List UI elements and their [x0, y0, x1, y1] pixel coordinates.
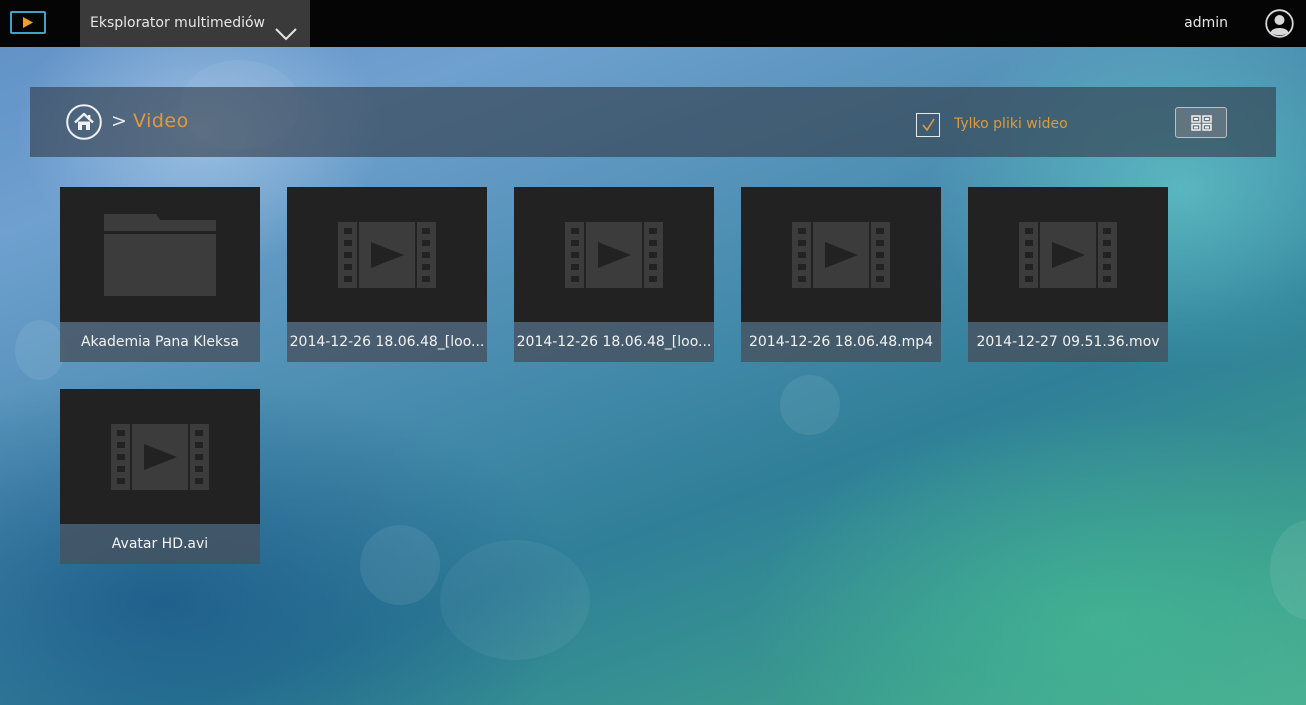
video-tile[interactable]: 2014-12-26 18.06.48_[loo... — [287, 187, 487, 362]
grid-view-icon — [1191, 115, 1212, 131]
video-tile[interactable]: 2014-12-26 18.06.48.mp4 — [741, 187, 941, 362]
video-tile[interactable]: Avatar HD.avi — [60, 389, 260, 564]
home-icon[interactable] — [66, 104, 102, 140]
video-tile[interactable]: 2014-12-27 09.51.36.mov — [968, 187, 1168, 362]
breadcrumb-bar: > Video Tylko pliki wideo — [30, 87, 1276, 157]
film-icon — [565, 221, 663, 288]
app-switcher-label: Eksplorator multimediów — [90, 15, 266, 31]
video-tile[interactable]: 2014-12-26 18.06.48_[loo... — [514, 187, 714, 362]
video-only-checkbox[interactable] — [916, 113, 940, 137]
tile-caption: 2014-12-27 09.51.36.mov — [968, 322, 1168, 362]
folder-icon — [104, 213, 216, 296]
tile-caption: 2014-12-26 18.06.48.mp4 — [741, 322, 941, 362]
tile-caption: Akademia Pana Kleksa — [60, 322, 260, 362]
tile-thumbnail — [514, 187, 714, 322]
tile-thumbnail — [60, 389, 260, 524]
film-icon — [111, 423, 209, 490]
tile-caption: 2014-12-26 18.06.48_[loo... — [514, 322, 714, 362]
breadcrumb-current: Video — [133, 110, 189, 132]
tile-thumbnail — [741, 187, 941, 322]
top-bar: Eksplorator multimediów admin — [0, 0, 1306, 47]
tile-caption: 2014-12-26 18.06.48_[loo... — [287, 322, 487, 362]
user-avatar-icon[interactable] — [1265, 9, 1294, 38]
chevron-down-icon — [274, 15, 298, 62]
app-logo-icon[interactable] — [10, 11, 46, 34]
film-icon — [338, 221, 436, 288]
grid-view-button[interactable] — [1175, 107, 1227, 138]
tile-thumbnail — [968, 187, 1168, 322]
tile-caption: Avatar HD.avi — [60, 524, 260, 564]
film-icon — [792, 221, 890, 288]
breadcrumb-separator: > — [111, 110, 127, 132]
tile-thumbnail — [60, 187, 260, 322]
tile-thumbnail — [287, 187, 487, 322]
film-icon — [1019, 221, 1117, 288]
video-only-label[interactable]: Tylko pliki wideo — [954, 116, 1068, 132]
folder-tile[interactable]: Akademia Pana Kleksa — [60, 187, 260, 362]
user-name[interactable]: admin — [1184, 0, 1228, 47]
app-switcher-dropdown[interactable]: Eksplorator multimediów — [80, 0, 310, 47]
